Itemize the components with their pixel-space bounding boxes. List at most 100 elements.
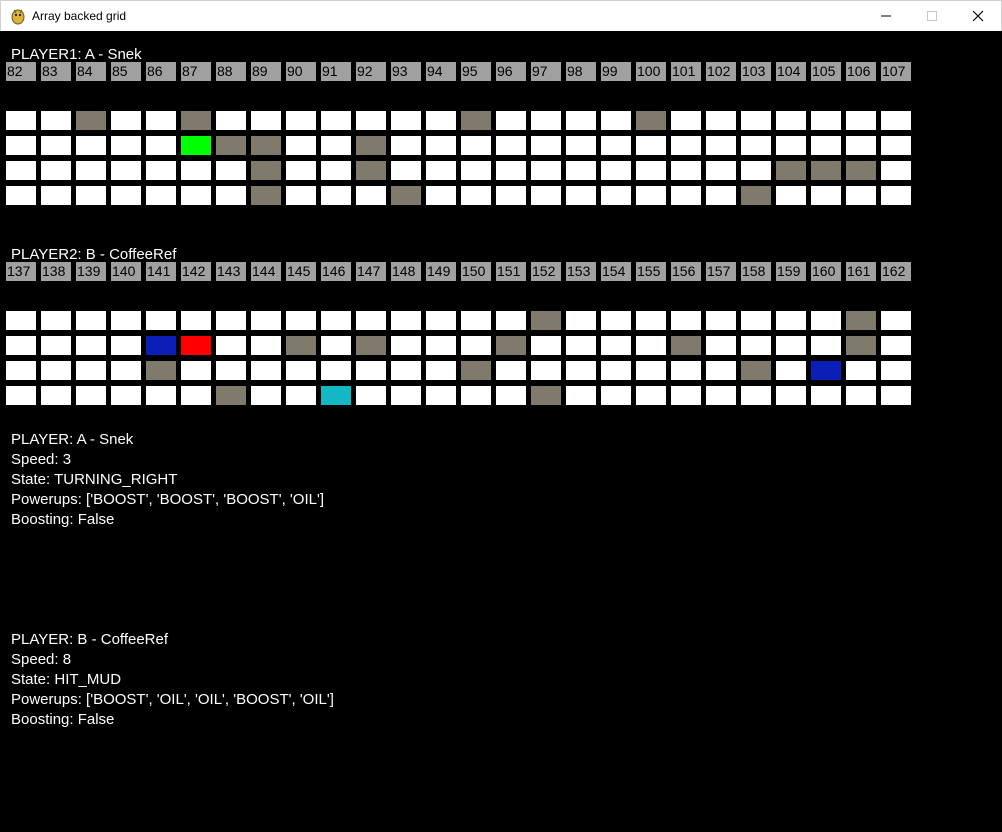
empty-cell [6, 161, 36, 180]
mud-cell [741, 186, 771, 205]
mud-cell [496, 336, 526, 355]
mud-cell [76, 111, 106, 130]
empty-cell [601, 336, 631, 355]
empty-cell [566, 336, 596, 355]
minimize-icon [881, 15, 891, 17]
empty-cell [111, 161, 141, 180]
mud-cell [776, 161, 806, 180]
empty-cell [6, 136, 36, 155]
block-number: 102 [706, 62, 736, 81]
empty-cell [321, 311, 351, 330]
empty-cell [41, 311, 71, 330]
empty-cell [76, 361, 106, 380]
mud-cell [216, 136, 246, 155]
mud-cell [461, 361, 491, 380]
empty-cell [321, 361, 351, 380]
empty-cell [146, 386, 176, 405]
block-number: 83 [41, 62, 71, 81]
empty-cell [496, 161, 526, 180]
mud-cell [846, 161, 876, 180]
block-number: 107 [881, 62, 911, 81]
block-number: 161 [846, 262, 876, 281]
info-a-boosting: Boosting: False [11, 511, 115, 528]
empty-cell [531, 336, 561, 355]
block-number: 138 [41, 262, 71, 281]
empty-cell [216, 311, 246, 330]
empty-cell [356, 111, 386, 130]
empty-cell [286, 111, 316, 130]
empty-cell [496, 361, 526, 380]
mud-cell [531, 386, 561, 405]
window-title: Array backed grid [32, 9, 127, 23]
empty-cell [181, 186, 211, 205]
empty-cell [391, 111, 421, 130]
empty-cell [601, 186, 631, 205]
mud-cell [251, 136, 281, 155]
empty-cell [706, 361, 736, 380]
block-number: 151 [496, 262, 526, 281]
title-bar[interactable]: Array backed grid [0, 0, 1002, 31]
minimize-button[interactable] [863, 1, 909, 31]
empty-cell [601, 386, 631, 405]
empty-cell [426, 186, 456, 205]
empty-cell [321, 161, 351, 180]
mud-cell [531, 311, 561, 330]
empty-cell [601, 161, 631, 180]
empty-cell [76, 136, 106, 155]
maximize-button[interactable] [909, 1, 955, 31]
block-number: 90 [286, 62, 316, 81]
empty-cell [111, 361, 141, 380]
empty-cell [636, 311, 666, 330]
mud-cell [251, 161, 281, 180]
empty-cell [846, 136, 876, 155]
block-number: 145 [286, 262, 316, 281]
empty-cell [776, 386, 806, 405]
mud-cell [741, 361, 771, 380]
block-number: 143 [216, 262, 246, 281]
boost-cell [321, 386, 351, 405]
empty-cell [811, 386, 841, 405]
empty-cell [181, 386, 211, 405]
mud-cell [846, 311, 876, 330]
block-number: 162 [881, 262, 911, 281]
block-number: 142 [181, 262, 211, 281]
empty-cell [146, 311, 176, 330]
empty-cell [216, 186, 246, 205]
block-number: 140 [111, 262, 141, 281]
player1-label: PLAYER1: A - Snek [11, 46, 142, 63]
maximize-icon [927, 11, 937, 21]
empty-cell [776, 136, 806, 155]
empty-cell [391, 161, 421, 180]
oil-cell [146, 336, 176, 355]
empty-cell [41, 336, 71, 355]
empty-cell [776, 361, 806, 380]
empty-cell [811, 186, 841, 205]
block-number: 137 [6, 262, 36, 281]
empty-cell [566, 161, 596, 180]
block-number: 97 [531, 62, 561, 81]
empty-cell [41, 136, 71, 155]
mud-cell [286, 336, 316, 355]
empty-cell [706, 136, 736, 155]
empty-cell [146, 136, 176, 155]
empty-cell [741, 111, 771, 130]
block-number: 155 [636, 262, 666, 281]
block-number: 156 [671, 262, 701, 281]
empty-cell [216, 111, 246, 130]
empty-cell [846, 386, 876, 405]
empty-cell [111, 311, 141, 330]
mud-cell [811, 161, 841, 180]
mud-cell [356, 336, 386, 355]
block-number: 82 [6, 62, 36, 81]
empty-cell [111, 136, 141, 155]
mud-cell [391, 186, 421, 205]
mud-cell [461, 111, 491, 130]
player1-car-cell [181, 136, 211, 155]
empty-cell [426, 361, 456, 380]
block-number: 147 [356, 262, 386, 281]
mud-cell [356, 136, 386, 155]
empty-cell [76, 186, 106, 205]
close-button[interactable] [955, 1, 1001, 31]
empty-cell [356, 386, 386, 405]
empty-cell [706, 386, 736, 405]
